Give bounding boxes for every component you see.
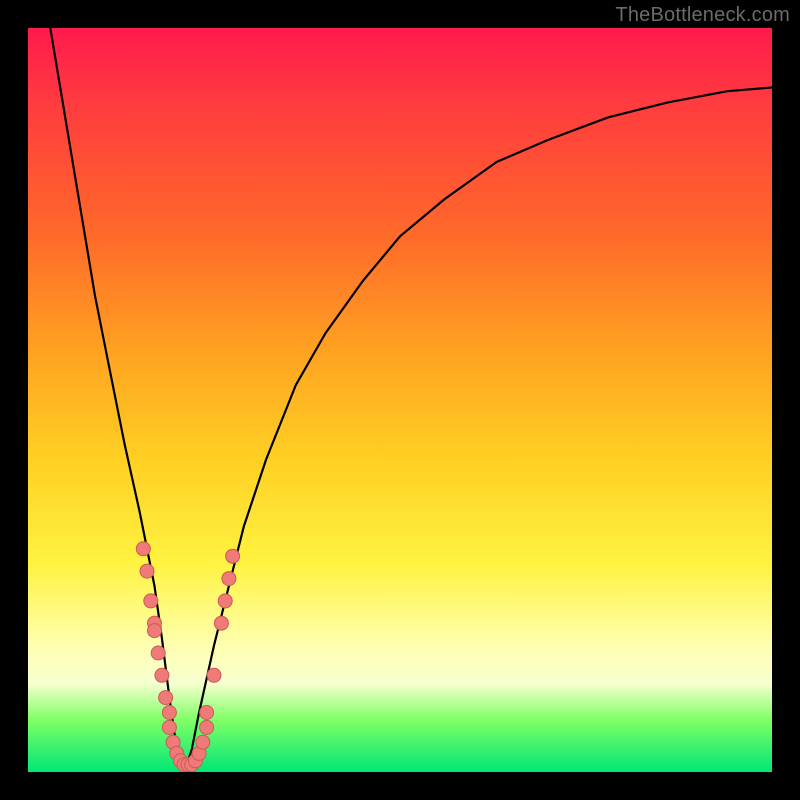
- curve-marker: [196, 735, 210, 749]
- chart-frame: TheBottleneck.com: [0, 0, 800, 800]
- curve-marker: [214, 616, 228, 630]
- curve-marker: [155, 668, 169, 682]
- curve-marker: [162, 706, 176, 720]
- curve-marker: [162, 720, 176, 734]
- curve-marker: [207, 668, 221, 682]
- plot-area: [28, 28, 772, 772]
- curve-marker: [144, 594, 158, 608]
- curve-marker: [136, 542, 150, 556]
- curve-markers: [136, 542, 239, 772]
- curve-marker: [200, 706, 214, 720]
- curve-marker: [151, 646, 165, 660]
- watermark-text: TheBottleneck.com: [615, 4, 790, 27]
- curve-marker: [159, 691, 173, 705]
- chart-overlay: [28, 28, 772, 772]
- curve-marker: [140, 564, 154, 578]
- curve-marker: [218, 594, 232, 608]
- curve-marker: [200, 720, 214, 734]
- curve-marker: [226, 549, 240, 563]
- curve-marker: [222, 572, 236, 586]
- curve-marker: [148, 624, 162, 638]
